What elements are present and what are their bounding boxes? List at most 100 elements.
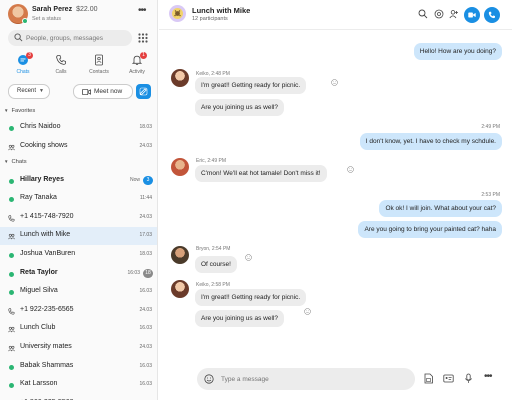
react-emoji-icon[interactable] xyxy=(331,79,338,86)
gallery-icon[interactable] xyxy=(434,9,444,19)
search-box[interactable] xyxy=(8,30,132,46)
attach-file-icon[interactable] xyxy=(423,373,434,384)
chat-item-name: Hillary Reyes xyxy=(20,175,64,183)
phone-icon xyxy=(488,11,495,19)
react-emoji-icon[interactable] xyxy=(304,308,311,315)
chats-badge: 3 xyxy=(26,52,33,59)
chat-item-name: Miguel Silva xyxy=(20,287,58,295)
video-call-button[interactable] xyxy=(464,7,480,23)
message-bubble[interactable]: I'm great!! Getting ready for picnic. xyxy=(195,77,307,94)
chat-item-time: 24.03 xyxy=(139,213,152,220)
message-bubble[interactable]: Are you going to bring your painted cat?… xyxy=(358,221,502,238)
chat-item-reta-taylor[interactable]: Reta Taylor 16:03 18 xyxy=(0,265,157,283)
chat-item-name: +1 415-748-7920 xyxy=(20,212,74,220)
message-bubble[interactable]: I don't know, yet. I have to check my sc… xyxy=(359,133,502,150)
chat-item-lunch-club[interactable]: Lunch Club 16.03 xyxy=(0,320,157,338)
message-bubble[interactable]: C'mon! We'll eat hot tamale! Don't miss … xyxy=(195,165,327,182)
chat-item-kat-larsson[interactable]: Kat Larsson 16.03 xyxy=(0,376,157,394)
chats-header[interactable]: ▼ Chats xyxy=(4,159,27,165)
tab-activity-label: Activity xyxy=(129,69,145,75)
group-icon xyxy=(8,345,15,352)
contact-card-icon[interactable] xyxy=(443,373,454,384)
group-avatar[interactable] xyxy=(169,5,186,22)
sender-avatar[interactable] xyxy=(171,280,189,298)
chat-item-time: 16.03 xyxy=(139,381,152,388)
chat-item-joshua-vanburen[interactable]: Joshua VanBuren 18.03 xyxy=(0,246,157,264)
tab-calls[interactable]: Calls xyxy=(46,52,76,78)
message-bubble[interactable]: Ok ok! I will join. What about your cat? xyxy=(379,200,502,217)
sender-avatar[interactable] xyxy=(171,158,189,176)
chat-item-1-866-235-5568[interactable]: +1 866-235-556824.03 xyxy=(0,395,157,400)
react-emoji-icon[interactable] xyxy=(245,254,252,261)
chat-header: Lunch with Mike 12 participants xyxy=(159,0,512,30)
message-bubble[interactable]: Hello! How are you doing? xyxy=(413,43,502,60)
chat-item-1-922-235-6565[interactable]: +1 922-235-6565 24.03 xyxy=(0,302,157,320)
tab-contacts[interactable]: Contacts xyxy=(84,52,114,78)
message-composer[interactable] xyxy=(197,368,415,390)
group-icon xyxy=(8,234,15,240)
chat-title[interactable]: Lunch with Mike xyxy=(192,6,250,15)
message-input[interactable] xyxy=(221,372,401,386)
presence-dot xyxy=(9,364,14,370)
chat-item-chris-naidoo[interactable]: Chris Naidoo 18.03 xyxy=(0,119,157,137)
chat-item-babak-shammas[interactable]: Babak Shammas 16.03 xyxy=(0,358,157,376)
chat-item-hillary-reyes[interactable]: Hillary Reyes Now 3 xyxy=(0,172,157,190)
chat-item-ray-tanaka[interactable]: Ray Tanaka 11:44 xyxy=(0,190,157,208)
message-bubble[interactable]: I'm great!! Getting ready for picnic. xyxy=(195,289,307,306)
group-icon xyxy=(8,327,15,333)
unread-count-badge: 18 xyxy=(143,268,153,278)
presence-dot xyxy=(9,252,14,258)
more-options-icon[interactable]: ••• xyxy=(484,371,492,382)
caret-down-icon: ▼ xyxy=(4,159,9,164)
sender-avatar[interactable] xyxy=(171,69,189,87)
sender-avatar[interactable] xyxy=(171,246,189,264)
react-emoji-icon[interactable] xyxy=(347,166,354,173)
message-bubble[interactable]: Are you joining us as well? xyxy=(195,99,284,116)
chat-item-name: Cooking shows xyxy=(20,141,68,149)
profile-status[interactable]: Set a status xyxy=(32,16,61,22)
audio-call-button[interactable] xyxy=(484,7,500,23)
emoji-icon[interactable] xyxy=(204,374,214,384)
presence-dot xyxy=(22,18,28,24)
search-icon[interactable] xyxy=(418,9,428,19)
chat-item-cooking-shows[interactable]: Cooking shows 24.03 xyxy=(0,138,157,156)
message-meta: Keiko, 2:58 PM xyxy=(196,282,230,288)
add-participant-icon[interactable] xyxy=(449,9,459,19)
nav-tabs: Chats 3 Calls Contacts Activity 1 xyxy=(0,52,157,78)
chat-pane: Lunch with Mike 12 participants Hello! H… xyxy=(159,0,512,400)
profile-name-line: Sarah Perez $22.00 xyxy=(32,6,98,13)
chat-item-time: 16.03 xyxy=(139,362,152,369)
message-meta: Bryon, 2:54 PM xyxy=(196,246,231,252)
chats-section-label: Chats xyxy=(11,159,27,165)
new-chat-button[interactable] xyxy=(136,84,151,99)
chat-item-name: Chris Naidoo xyxy=(20,123,61,130)
chat-item-name: Lunch with Mike xyxy=(20,231,71,239)
search-input[interactable] xyxy=(26,32,126,44)
dialpad-icon[interactable] xyxy=(136,31,150,45)
chat-item-time: Now xyxy=(129,176,140,183)
presence-dot xyxy=(9,197,14,203)
recent-label: Recent xyxy=(17,88,37,94)
participant-count[interactable]: 12 participants xyxy=(192,16,228,22)
message-bubble[interactable]: Of course! xyxy=(195,256,237,273)
chat-item-time: 11:44 xyxy=(139,195,152,202)
chat-item-miguel-silva[interactable]: Miguel Silva 16.03 xyxy=(0,283,157,301)
microphone-icon[interactable] xyxy=(463,373,474,384)
tab-chats[interactable]: Chats 3 xyxy=(8,52,38,78)
profile-name: Sarah Perez xyxy=(32,6,73,13)
chat-item-university-mates[interactable]: University mates 24.03 xyxy=(0,339,157,357)
profile-header[interactable]: Sarah Perez $22.00 Set a status xyxy=(8,4,157,26)
tab-activity[interactable]: Activity 1 xyxy=(122,52,152,78)
presence-dot xyxy=(9,290,14,296)
favorites-header[interactable]: ▼ Favorites xyxy=(4,108,35,114)
phone-icon xyxy=(8,215,15,222)
message-bubble[interactable]: Are you joining us as well? xyxy=(195,310,284,327)
more-options-icon[interactable]: ••• xyxy=(138,6,146,16)
presence-dot xyxy=(9,383,14,389)
meet-now-button[interactable]: Meet now xyxy=(73,84,133,99)
chat-item-name: Joshua VanBuren xyxy=(20,249,76,257)
chat-item-1-415-748-7920[interactable]: +1 415-748-7920 24.03 xyxy=(0,209,157,227)
meet-now-label: Meet now xyxy=(94,88,123,95)
chat-item-lunch-with-mike[interactable]: Lunch with Mike 17.03 xyxy=(0,227,157,246)
recent-dropdown[interactable]: Recent ▼ xyxy=(8,84,50,99)
